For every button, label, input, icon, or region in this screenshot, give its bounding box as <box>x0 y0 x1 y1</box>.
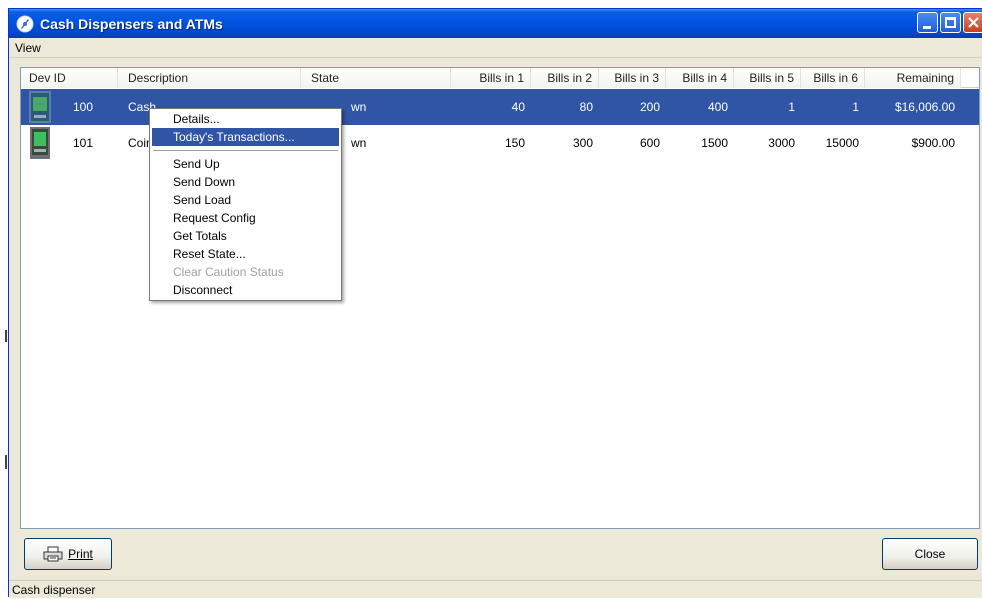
cell-dev-id: 101 <box>73 136 94 150</box>
cell-bills-in-5: 3000 <box>768 136 795 150</box>
status-text: Cash dispenser <box>12 583 96 597</box>
cell-bills-in-2: 80 <box>579 100 593 114</box>
column-header-remaining[interactable]: Remaining <box>865 68 961 88</box>
cash-dispenser-icon <box>29 91 51 123</box>
minimize-button[interactable] <box>917 12 938 33</box>
maximize-button[interactable] <box>940 12 961 33</box>
cell-bills-in-4: 1500 <box>701 136 728 150</box>
menu-item-send-down[interactable]: Send Down <box>152 173 339 191</box>
menu-item-get-totals[interactable]: Get Totals <box>152 227 339 245</box>
coin-dispenser-icon <box>30 127 50 159</box>
close-button[interactable]: Close <box>882 538 978 570</box>
column-header-bills-in-6[interactable]: Bills in 6 <box>801 68 865 88</box>
cell-remaining: $900.00 <box>911 136 955 150</box>
close-window-button[interactable] <box>963 12 982 33</box>
context-menu: Details... Today's Transactions... Send … <box>149 108 342 301</box>
menu-item-disconnect[interactable]: Disconnect <box>152 281 339 299</box>
column-header-bills-in-5[interactable]: Bills in 5 <box>734 68 801 88</box>
window-title: Cash Dispensers and ATMs <box>40 15 223 32</box>
cell-bills-in-2: 300 <box>572 136 593 150</box>
menu-item-send-load[interactable]: Send Load <box>152 191 339 209</box>
cell-bills-in-1: 40 <box>511 100 525 114</box>
cell-bills-in-6: 1 <box>852 100 859 114</box>
print-button[interactable]: Print <box>24 538 112 570</box>
status-bar: Cash dispenser <box>9 580 982 598</box>
dialog-window: Cash Dispensers and ATMs View Dev ID Des… <box>8 8 982 598</box>
column-header-state[interactable]: State <box>301 68 451 88</box>
menu-item-send-up[interactable]: Send Up <box>152 155 339 173</box>
cell-bills-in-4: 400 <box>707 100 728 114</box>
cell-dev-id: 100 <box>73 100 94 114</box>
cell-bills-in-3: 200 <box>639 100 660 114</box>
title-bar[interactable]: Cash Dispensers and ATMs <box>9 9 982 38</box>
cell-bills-in-5: 1 <box>788 100 795 114</box>
cell-state: wn <box>351 100 367 114</box>
minimize-icon <box>923 26 931 29</box>
menu-item-todays-transactions[interactable]: Today's Transactions... <box>152 128 339 146</box>
column-header-description[interactable]: Description <box>118 68 301 88</box>
close-icon <box>968 17 979 28</box>
print-label: Print <box>68 547 93 561</box>
menu-bar: View <box>9 38 982 58</box>
column-header-dev-id[interactable]: Dev ID <box>21 68 118 88</box>
column-header-bills-in-1[interactable]: Bills in 1 <box>451 68 531 88</box>
close-label: Close <box>914 547 946 561</box>
cell-state: wn <box>351 136 367 150</box>
list-header: Dev ID Description State Bills in 1 Bill… <box>21 68 979 88</box>
menu-view[interactable]: View <box>9 38 47 55</box>
cell-bills-in-3: 600 <box>639 136 660 150</box>
cell-bills-in-6: 15000 <box>825 136 859 150</box>
cell-bills-in-1: 150 <box>504 136 525 150</box>
edge-mark <box>5 455 7 469</box>
edge-mark <box>5 330 7 342</box>
column-header-bills-in-3[interactable]: Bills in 3 <box>599 68 666 88</box>
printer-icon <box>43 546 63 562</box>
menu-item-details[interactable]: Details... <box>152 110 339 128</box>
app-icon <box>16 15 34 32</box>
column-header-bills-in-2[interactable]: Bills in 2 <box>531 68 599 88</box>
column-header-bills-in-4[interactable]: Bills in 4 <box>666 68 734 88</box>
menu-item-request-config[interactable]: Request Config <box>152 209 339 227</box>
menu-item-clear-caution-status: Clear Caution Status <box>173 265 284 279</box>
menu-item-reset-state[interactable]: Reset State... <box>152 245 339 263</box>
maximize-icon <box>945 17 956 28</box>
cell-remaining: $16,006.00 <box>894 100 955 114</box>
menu-separator <box>153 150 338 151</box>
